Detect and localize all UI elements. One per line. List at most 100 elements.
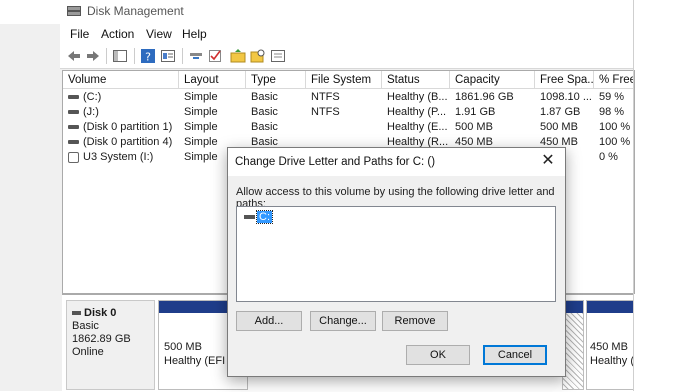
change-button[interactable]: Change... <box>310 311 376 331</box>
volume-free-space: 1.87 GB <box>540 106 581 118</box>
column-header-percent-free[interactable]: % Free <box>594 71 634 89</box>
column-header-capacity[interactable]: Capacity <box>450 71 535 89</box>
column-header-layout[interactable]: Layout <box>179 71 246 89</box>
remove-button[interactable]: Remove <box>382 311 448 331</box>
disk-name-row: Disk 0 <box>72 307 149 320</box>
toolbar: ? <box>60 44 633 69</box>
partition-size: 500 MB <box>164 341 202 353</box>
back-arrow-icon[interactable] <box>66 48 82 64</box>
drive-icon <box>68 140 79 145</box>
toolbar-divider <box>182 48 183 64</box>
volume-status: Healthy (E... <box>387 121 448 133</box>
volume-layout: Simple <box>184 106 218 118</box>
drive-icon <box>244 215 255 220</box>
title-bar: Disk Management <box>0 0 633 24</box>
selected-drive-letter: C: <box>256 210 273 224</box>
drive-paths-list[interactable]: C: <box>236 206 556 302</box>
menu-bar: File Action View Help <box>60 24 633 44</box>
volume-status: Healthy (P... <box>387 106 447 118</box>
column-header-status[interactable]: Status <box>382 71 450 89</box>
volume-capacity: 1861.96 GB <box>455 91 514 103</box>
window-edge <box>633 0 634 391</box>
toolbar-divider <box>106 48 107 64</box>
list-item[interactable]: C: <box>244 210 273 224</box>
volume-percent-free: 100 % <box>599 136 631 148</box>
volume-row[interactable]: (C:) Simple Basic NTFS Healthy (B... 186… <box>63 90 634 105</box>
column-header-type[interactable]: Type <box>246 71 306 89</box>
partition-text: 450 MB Healthy ( <box>590 340 634 368</box>
folder-search-icon[interactable] <box>250 48 266 64</box>
volume-row[interactable]: (J:) Simple Basic NTFS Healthy (P... 1.9… <box>63 105 634 120</box>
drive-icon <box>68 95 79 100</box>
volume-percent-free: 100 % <box>599 121 631 133</box>
disk-icon <box>72 311 81 316</box>
folder-up-icon[interactable] <box>230 48 246 64</box>
toolbar-divider <box>134 48 135 64</box>
disk-0-info[interactable]: Disk 0 Basic 1862.89 GB Online <box>66 300 155 390</box>
volume-layout: Simple <box>184 121 218 133</box>
volume-free-space: 1098.10 ... <box>540 91 592 103</box>
partition-status: Healthy ( <box>590 355 635 367</box>
connect-icon[interactable] <box>188 48 204 64</box>
partition-bar <box>587 301 633 313</box>
volume-name: (J:) <box>83 106 99 118</box>
volume-file-system: NTFS <box>311 106 340 118</box>
column-header-free-space[interactable]: Free Spa... <box>535 71 594 89</box>
properties-icon[interactable] <box>160 48 176 64</box>
disk-type: Basic <box>72 320 99 332</box>
volume-row[interactable]: (Disk 0 partition 1) Simple Basic Health… <box>63 120 634 135</box>
volume-free-space: 500 MB <box>540 121 578 133</box>
change-drive-letter-dialog: Change Drive Letter and Paths for C: () … <box>227 147 566 377</box>
volume-status: Healthy (B... <box>387 91 448 103</box>
menu-action[interactable]: Action <box>101 27 134 41</box>
volume-type: Basic <box>251 106 278 118</box>
menu-help[interactable]: Help <box>182 27 207 41</box>
checklist-icon[interactable] <box>207 48 223 64</box>
disk-size: 1862.89 GB <box>72 333 131 345</box>
disk-status: Online <box>72 346 104 358</box>
column-header-volume[interactable]: Volume <box>63 71 179 89</box>
settings-list-icon[interactable] <box>270 48 286 64</box>
volume-name: (Disk 0 partition 4) <box>83 136 173 148</box>
window-title: Disk Management <box>87 4 184 18</box>
volume-capacity: 1.91 GB <box>455 106 496 118</box>
usb-drive-icon <box>68 151 79 163</box>
add-button[interactable]: Add... <box>236 311 302 331</box>
partition-text: 500 MB Healthy (EFI S <box>164 340 236 368</box>
volume-name-cell: (J:) <box>63 105 179 120</box>
volume-file-system <box>306 120 382 135</box>
partition-bar <box>563 301 583 313</box>
volume-name-cell: U3 System (I:) <box>63 150 179 165</box>
volume-percent-free: 0 % <box>599 151 618 163</box>
volume-name-cell: (Disk 0 partition 4) <box>63 135 179 150</box>
volume-capacity: 500 MB <box>455 121 493 133</box>
volume-percent-free: 98 % <box>599 106 625 118</box>
cancel-button[interactable]: Cancel <box>483 345 547 365</box>
show-hide-console-tree-icon[interactable] <box>112 48 128 64</box>
volume-file-system: NTFS <box>311 91 340 103</box>
dialog-title: Change Drive Letter and Paths for C: () <box>235 156 436 168</box>
volume-layout: Simple <box>184 91 218 103</box>
forward-arrow-icon[interactable] <box>85 48 101 64</box>
drive-icon <box>68 125 79 130</box>
svg-text:?: ? <box>145 51 151 64</box>
disk-name: Disk 0 <box>84 307 117 319</box>
close-icon[interactable]: ✕ <box>540 153 556 169</box>
dialog-title-bar: Change Drive Letter and Paths for C: () … <box>228 148 565 176</box>
volume-name-cell: (Disk 0 partition 1) <box>63 120 179 135</box>
volume-name: U3 System (I:) <box>83 151 154 163</box>
volume-percent-free: 59 % <box>599 91 625 103</box>
ok-button[interactable]: OK <box>406 345 470 365</box>
menu-file[interactable]: File <box>70 27 89 41</box>
volume-name: (Disk 0 partition 1) <box>83 121 173 133</box>
help-icon[interactable]: ? <box>140 48 156 64</box>
menu-view[interactable]: View <box>146 27 172 41</box>
drive-icon <box>68 110 79 115</box>
volume-type: Basic <box>251 121 278 133</box>
column-header-file-system[interactable]: File System <box>306 71 382 89</box>
volume-name-cell: (C:) <box>63 90 179 105</box>
partition-status: Healthy (EFI S <box>164 355 236 367</box>
partition-size: 450 MB <box>590 341 628 353</box>
partition-recovery[interactable]: 450 MB Healthy ( <box>586 300 634 390</box>
volume-type: Basic <box>251 91 278 103</box>
